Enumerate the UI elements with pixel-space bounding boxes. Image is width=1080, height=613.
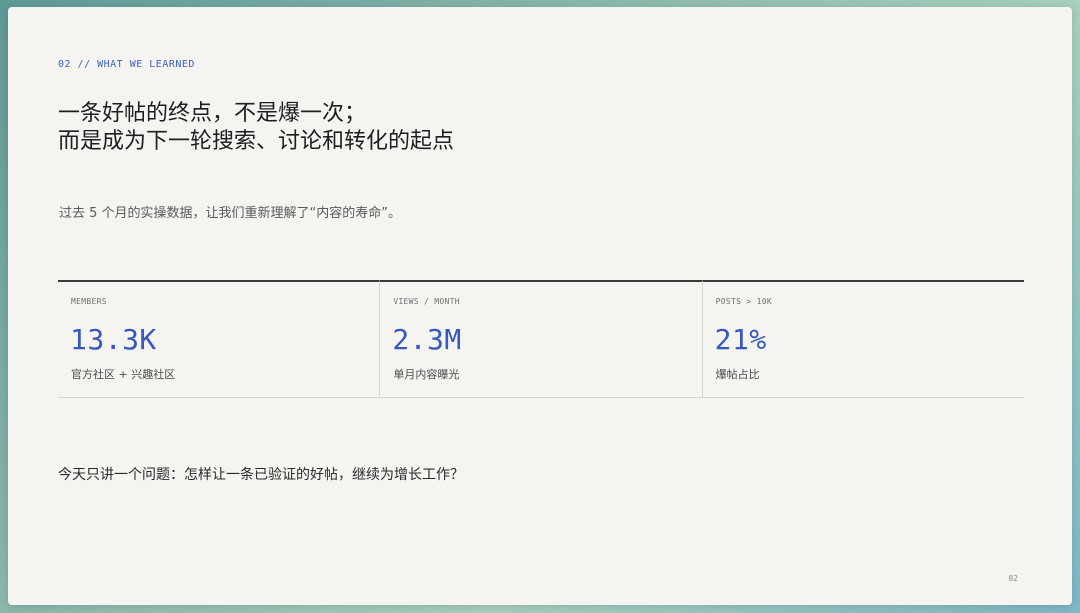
stat-caption: 官方社区 + 兴趣社区 bbox=[71, 368, 176, 381]
stat-caption: 爆帖占比 bbox=[715, 368, 760, 381]
slide-subtitle: 过去 5 个月的实操数据，让我们重新理解了“内容的寿命”。 bbox=[59, 206, 402, 221]
stat-card-views: VIEWS / MONTH 2.3M 单月内容曝光 bbox=[379, 280, 702, 397]
stat-label: MEMBERS bbox=[71, 297, 107, 306]
headline-line-2: 而是成为下一轮搜索、讨论和转化的起点 bbox=[58, 129, 455, 154]
stat-label: POSTS > 10K bbox=[715, 297, 772, 306]
key-question: 今天只讲一个问题：怎样让一条已验证的好帖，继续为增长工作？ bbox=[58, 467, 464, 483]
stats-row: MEMBERS 13.3K 官方社区 + 兴趣社区 VIEWS / MONTH … bbox=[58, 280, 1024, 398]
stat-value: 21% bbox=[714, 323, 767, 356]
stat-value: 13.3K bbox=[70, 323, 157, 356]
stat-card-members: MEMBERS 13.3K 官方社区 + 兴趣社区 bbox=[58, 280, 380, 397]
stat-value: 2.3M bbox=[392, 323, 462, 356]
presentation-slide: 02 // WHAT WE LEARNED 一条好帖的终点，不是爆一次； 而是成… bbox=[8, 7, 1072, 605]
section-tag: 02 // WHAT WE LEARNED bbox=[58, 59, 195, 70]
page-number: 02 bbox=[1008, 574, 1018, 583]
stat-card-posts: POSTS > 10K 21% 爆帖占比 bbox=[701, 280, 1024, 397]
stat-caption: 单月内容曝光 bbox=[393, 368, 460, 381]
headline-line-1: 一条好帖的终点，不是爆一次； bbox=[58, 101, 367, 126]
stat-label: VIEWS / MONTH bbox=[393, 297, 460, 306]
slide-headline: 一条好帖的终点，不是爆一次； 而是成为下一轮搜索、讨论和转化的起点 bbox=[58, 100, 454, 156]
